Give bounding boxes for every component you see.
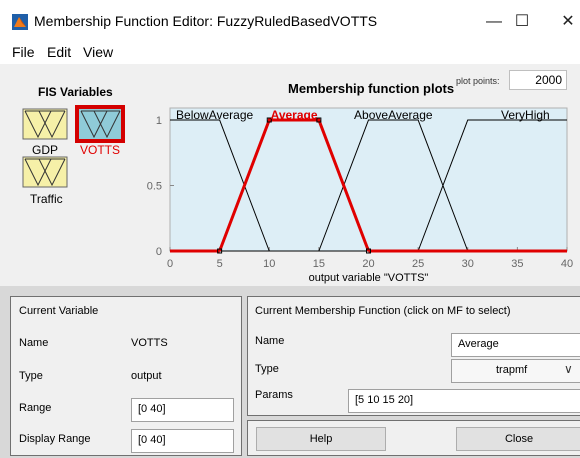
mf-label-veryhigh[interactable]: VeryHigh xyxy=(501,108,550,122)
x-tick-label: 25 xyxy=(412,258,424,270)
help-button[interactable]: Help xyxy=(256,427,386,451)
mf-params-label: Params xyxy=(255,389,293,401)
menu-edit[interactable]: Edit xyxy=(47,44,71,60)
range-label: Range xyxy=(19,402,52,414)
mf-type-label: Type xyxy=(255,363,279,375)
variable-name-value: VOTTS xyxy=(131,337,168,349)
x-tick-label: 30 xyxy=(462,258,474,270)
plot-axes-background xyxy=(169,107,568,252)
y-tick-label: 1 xyxy=(156,115,162,127)
variable-type-label: Type xyxy=(19,370,43,382)
bottom-panel-area: Current Variable Name VOTTS Type output … xyxy=(0,286,580,458)
x-tick-label: 5 xyxy=(217,258,223,270)
x-tick-label: 40 xyxy=(561,258,573,270)
menu-bar: File Edit View xyxy=(0,44,580,64)
x-tick-label: 10 xyxy=(263,258,275,270)
variable-name-label: Name xyxy=(19,337,49,349)
button-panel: Help Close xyxy=(247,420,580,456)
title-bar: Membership Function Editor: FuzzyRuledBa… xyxy=(0,0,580,44)
display-range-label: Display Range xyxy=(19,433,91,445)
current-mf-panel: Current Membership Function (click on MF… xyxy=(247,296,580,416)
range-input[interactable]: [0 40] xyxy=(131,398,234,422)
maximize-button[interactable]: ☐ xyxy=(502,8,542,36)
variable-type-value: output xyxy=(131,370,162,382)
y-tick-label: 0.5 xyxy=(147,181,162,193)
membership-function-chart[interactable]: 0 5 10 15 20 25 30 35 40 0 0.5 1 BelowAverage Above… xyxy=(0,64,580,286)
mf-label-aboveaverage[interactable]: AboveAverage xyxy=(354,108,433,122)
y-tick-label: 0 xyxy=(156,246,162,258)
mf-type-select[interactable]: trapmf ∨ xyxy=(451,359,580,383)
x-tick-label: 15 xyxy=(313,258,325,270)
mf-params-input[interactable]: [5 10 15 20] xyxy=(348,389,580,413)
mf-name-label: Name xyxy=(255,335,285,347)
mf-name-input[interactable]: Average xyxy=(451,333,580,357)
x-tick-label: 20 xyxy=(362,258,374,270)
x-axis-label: output variable "VOTTS" xyxy=(309,272,429,284)
chevron-down-icon: ∨ xyxy=(564,362,573,376)
window-title: Membership Function Editor: FuzzyRuledBa… xyxy=(34,13,378,29)
matlab-app-icon xyxy=(12,14,28,30)
x-tick-label: 35 xyxy=(511,258,523,270)
close-button[interactable]: Close xyxy=(456,427,580,451)
figure-area: FIS Variables GDP VOTTS Traffic Membersh… xyxy=(0,64,580,286)
close-window-button[interactable]: ✕ xyxy=(548,8,580,36)
mf-label-average[interactable]: Average xyxy=(271,108,318,122)
mf-label-belowaverage[interactable]: BelowAverage xyxy=(176,108,253,122)
mf-type-value: trapmf xyxy=(496,364,528,376)
menu-view[interactable]: View xyxy=(83,44,113,60)
current-variable-panel: Current Variable Name VOTTS Type output … xyxy=(10,296,242,456)
x-tick-label: 0 xyxy=(167,258,173,270)
menu-file[interactable]: File xyxy=(12,44,35,60)
current-variable-heading: Current Variable xyxy=(19,305,99,317)
display-range-input[interactable]: [0 40] xyxy=(131,429,234,453)
current-mf-heading: Current Membership Function (click on MF… xyxy=(255,305,511,317)
